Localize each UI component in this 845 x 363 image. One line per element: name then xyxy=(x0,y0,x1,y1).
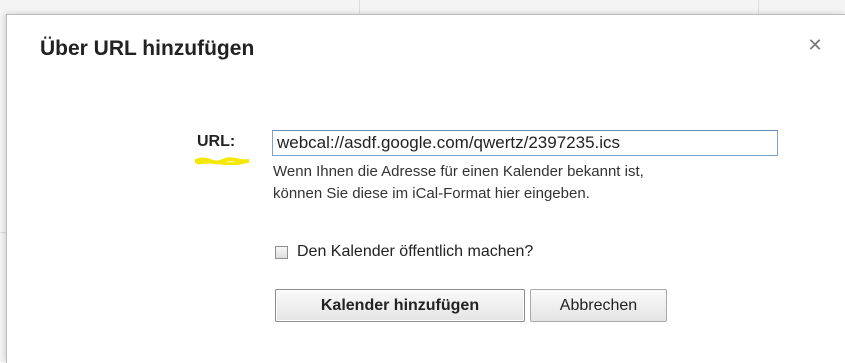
add-by-url-dialog: Über URL hinzufügen ✕ URL: Wenn Ihnen di… xyxy=(6,14,845,363)
hint-line-2: können Sie diese im iCal-Format hier ein… xyxy=(273,185,590,202)
background-toolbar xyxy=(0,0,845,15)
highlighter-mark xyxy=(195,157,249,165)
public-calendar-label[interactable]: Den Kalender öffentlich machen? xyxy=(297,243,533,261)
dialog-title: Über URL hinzufügen xyxy=(40,37,255,60)
background-divider xyxy=(758,0,759,14)
public-calendar-option[interactable]: Den Kalender öffentlich machen? xyxy=(275,242,533,262)
close-icon[interactable]: ✕ xyxy=(805,35,825,55)
url-hint: Wenn Ihnen die Adresse für einen Kalende… xyxy=(273,161,793,205)
public-calendar-checkbox[interactable] xyxy=(275,245,288,259)
add-calendar-button[interactable]: Kalender hinzufügen xyxy=(275,289,525,322)
url-label: URL: xyxy=(197,133,236,150)
background-divider xyxy=(359,0,360,14)
cancel-button[interactable]: Abbrechen xyxy=(530,289,667,322)
hint-line-1: Wenn Ihnen die Adresse für einen Kalende… xyxy=(273,163,644,180)
url-input[interactable] xyxy=(272,130,778,156)
